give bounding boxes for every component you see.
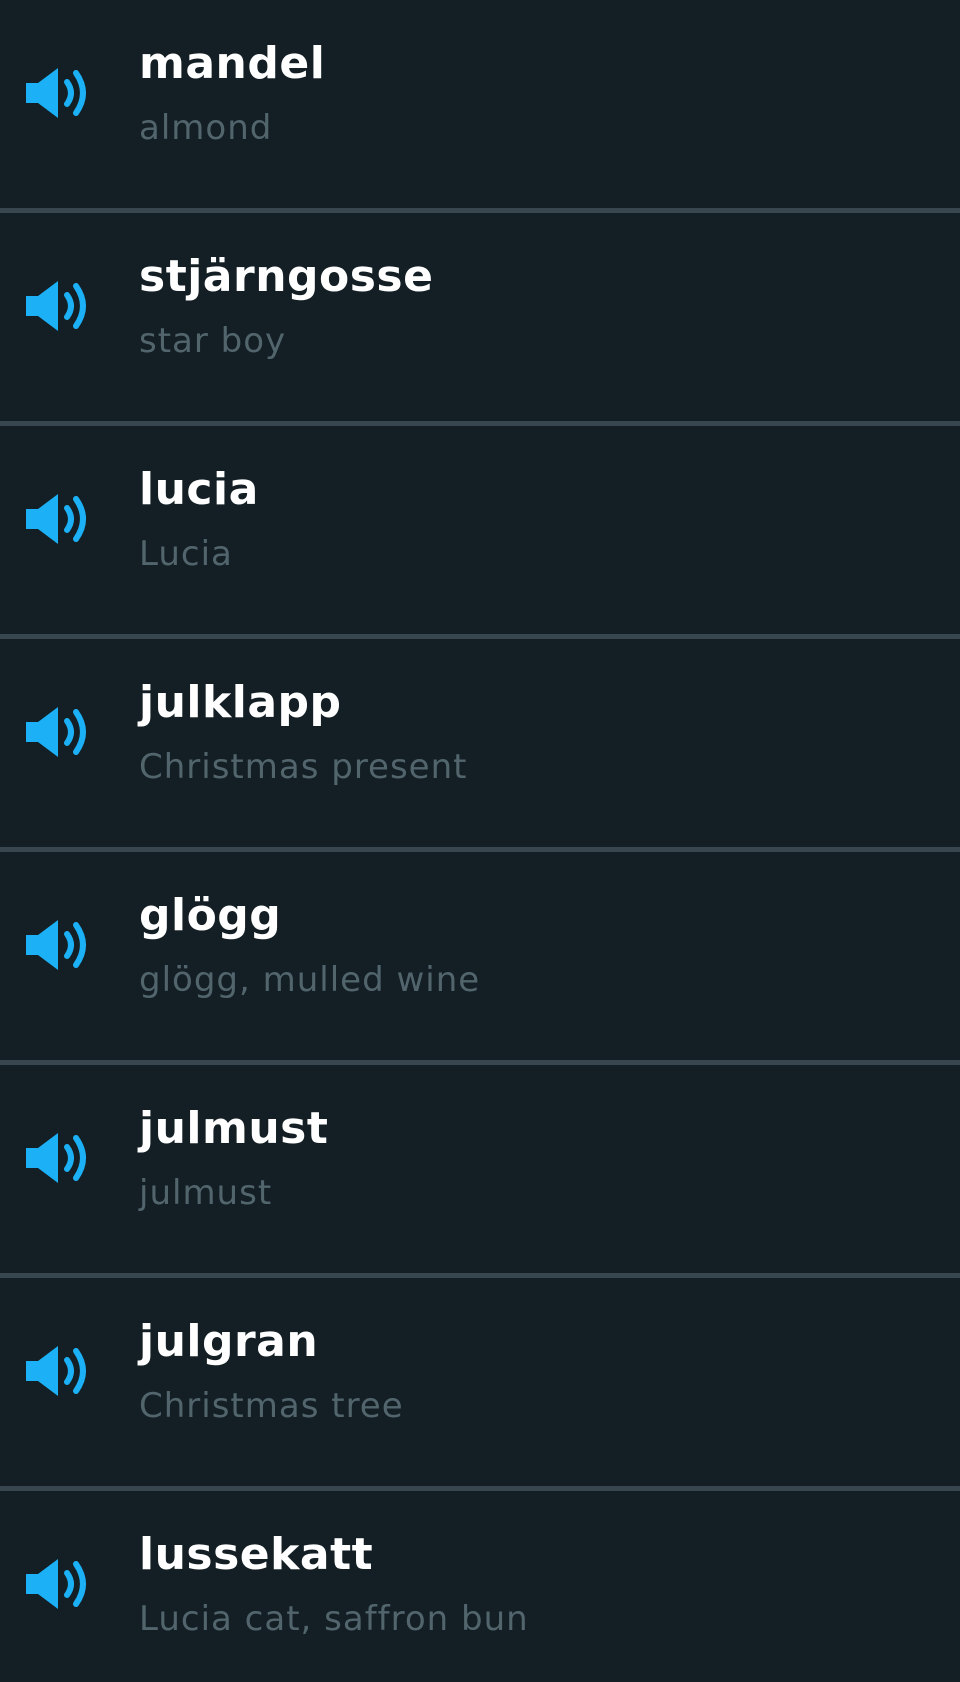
- speaker-icon[interactable]: [24, 65, 94, 121]
- word-text: lucia: [139, 464, 259, 515]
- word-row[interactable]: lucia Lucia: [0, 426, 960, 639]
- word-translation: almond: [139, 108, 273, 148]
- word-text: glögg: [139, 890, 282, 941]
- word-text: julmust: [139, 1103, 329, 1154]
- word-translation: julmust: [139, 1173, 273, 1213]
- word-row[interactable]: glögg glögg, mulled wine: [0, 852, 960, 1065]
- word-translation: Lucia cat, saffron bun: [139, 1599, 529, 1639]
- speaker-icon[interactable]: [24, 704, 94, 760]
- word-row[interactable]: julklapp Christmas present: [0, 639, 960, 852]
- word-row[interactable]: lussekatt Lucia cat, saffron bun: [0, 1491, 960, 1682]
- word-text: mandel: [139, 38, 326, 89]
- speaker-icon[interactable]: [24, 917, 94, 973]
- word-row[interactable]: stjärngosse star boy: [0, 213, 960, 426]
- speaker-icon[interactable]: [24, 278, 94, 334]
- word-row[interactable]: julmust julmust: [0, 1065, 960, 1278]
- word-translation: Lucia: [139, 534, 233, 574]
- word-translation: glögg, mulled wine: [139, 960, 481, 1000]
- word-text: julgran: [139, 1316, 319, 1367]
- word-row[interactable]: mandel almond: [0, 0, 960, 213]
- word-translation: star boy: [139, 321, 287, 361]
- speaker-icon[interactable]: [24, 1130, 94, 1186]
- speaker-icon[interactable]: [24, 1343, 94, 1399]
- word-list: mandel almond stjärngosse star boy lucia…: [0, 0, 960, 1682]
- word-row[interactable]: julgran Christmas tree: [0, 1278, 960, 1491]
- word-translation: Christmas tree: [139, 1386, 404, 1426]
- word-text: lussekatt: [139, 1529, 374, 1580]
- word-text: julklapp: [139, 677, 342, 728]
- speaker-icon[interactable]: [24, 491, 94, 547]
- word-translation: Christmas present: [139, 747, 468, 787]
- word-text: stjärngosse: [139, 251, 434, 302]
- speaker-icon[interactable]: [24, 1556, 94, 1612]
